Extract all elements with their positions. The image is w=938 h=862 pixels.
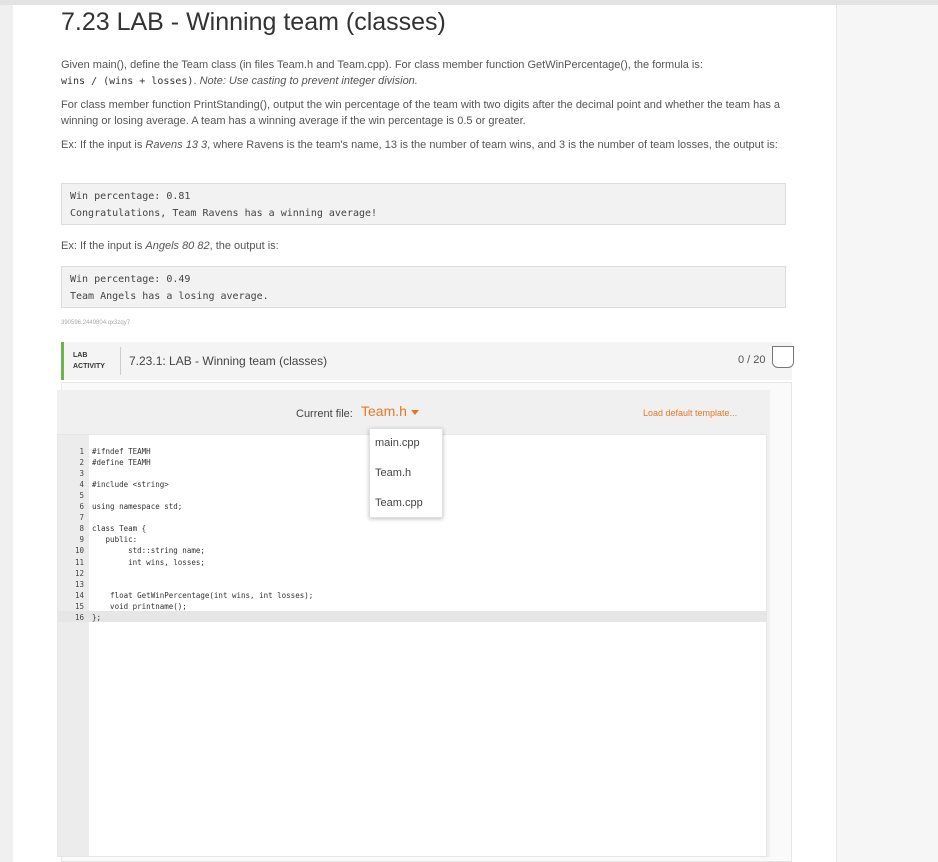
line-number: 14 — [74, 590, 84, 600]
output-line: Win percentage: 0.49 — [70, 274, 191, 285]
line-number: 12 — [74, 568, 84, 578]
lab-tag-line: LAB — [73, 352, 88, 359]
line-number: 10 — [74, 546, 84, 556]
example-2-text: Ex: If the input is Angels 80 82, the ou… — [61, 238, 791, 254]
load-default-template-link[interactable]: Load default template... — [643, 408, 737, 418]
line-number: 7 — [79, 513, 84, 523]
formula-code: wins / (wins + losses) — [61, 76, 194, 87]
lab-activity-tag: LAB ACTIVITY — [73, 350, 105, 372]
line-number: 13 — [74, 579, 84, 589]
example-1-suffix: , where Ravens is the team's name, 13 is… — [207, 139, 778, 151]
line-text: float GetWinPercentage(int wins, int los… — [92, 590, 314, 600]
line-text: int wins, losses; — [92, 557, 205, 567]
line-number: 15 — [74, 601, 84, 611]
line-number: 6 — [79, 502, 84, 512]
example-2-input: Angels 80 82 — [145, 240, 210, 252]
active-line-highlight — [58, 611, 767, 622]
output-line: Team Angels has a losing average. — [70, 291, 269, 302]
line-text: #include <string> — [92, 480, 169, 490]
line-text: #ifndef TEAMH — [92, 447, 151, 456]
line-number: 5 — [79, 491, 84, 501]
lab-title: 7.23.1: LAB - Winning team (classes) — [129, 354, 328, 368]
file-dropdown-menu: main.cpp Team.h Team.cpp — [369, 428, 443, 518]
line-text: std::string name; — [92, 546, 205, 556]
completion-badge-icon — [772, 346, 794, 368]
example-1-input: Ravens 13 3 — [145, 139, 208, 151]
current-file-name: Team.h — [361, 403, 407, 419]
line-number: 3 — [79, 469, 84, 479]
line-number: 16 — [74, 612, 84, 622]
activity-hash-id: 390596.2449804.qx3zqy7 — [61, 320, 131, 326]
file-option-team-cpp[interactable]: Team.cpp — [375, 497, 423, 509]
file-option-main-cpp[interactable]: main.cpp — [375, 437, 420, 449]
lab-score: 0 / 20 — [738, 354, 766, 366]
output-line: Win percentage: 0.81 — [70, 191, 191, 202]
line-number: 8 — [79, 524, 84, 534]
example-1-text: Ex: If the input is Ravens 13 3, where R… — [61, 137, 791, 153]
line-text: class Team { — [92, 524, 147, 534]
line-number: 2 — [79, 458, 84, 468]
output-line: Congratulations, Team Ravens has a winni… — [70, 208, 378, 219]
line-text: #define TEAMH — [92, 458, 151, 468]
example-2-suffix: , the output is: — [209, 240, 279, 252]
line-text: void printname(); — [92, 601, 187, 611]
lab-tag-line: ACTIVITY — [73, 363, 105, 370]
file-select-dropdown[interactable]: Team.h — [361, 403, 419, 419]
line-number: 11 — [74, 557, 84, 567]
current-file-label: Current file: — [296, 408, 353, 420]
file-option-team-h[interactable]: Team.h — [375, 467, 411, 479]
instructions-text: Given main(), define the Team class (in … — [61, 59, 703, 71]
example-2-prefix: Ex: If the input is — [61, 240, 146, 252]
line-text: }; — [92, 612, 102, 622]
casting-note: Note: Use casting to prevent integer div… — [199, 75, 418, 87]
instructions-paragraph-2: For class member function PrintStanding(… — [61, 99, 781, 127]
line-text: using namespace std; — [92, 502, 183, 512]
right-margin — [836, 5, 938, 862]
line-number: 1 — [79, 447, 84, 456]
line-number: 9 — [79, 535, 84, 545]
chevron-down-icon — [410, 409, 419, 415]
line-text: public: — [92, 535, 138, 545]
divider — [120, 347, 121, 375]
example-1-output: Win percentage: 0.81 Congratulations, Te… — [61, 183, 786, 225]
page-title: 7.23 LAB - Winning team (classes) — [61, 8, 446, 36]
lab-activity-header: LAB ACTIVITY 7.23.1: LAB - Winning team … — [61, 342, 794, 380]
example-1-prefix: Ex: If the input is — [61, 139, 146, 151]
example-2-output: Win percentage: 0.49 Team Angels has a l… — [61, 266, 786, 308]
instructions-paragraph-1: Given main(), define the Team class (in … — [61, 57, 791, 90]
line-number: 4 — [79, 480, 84, 490]
